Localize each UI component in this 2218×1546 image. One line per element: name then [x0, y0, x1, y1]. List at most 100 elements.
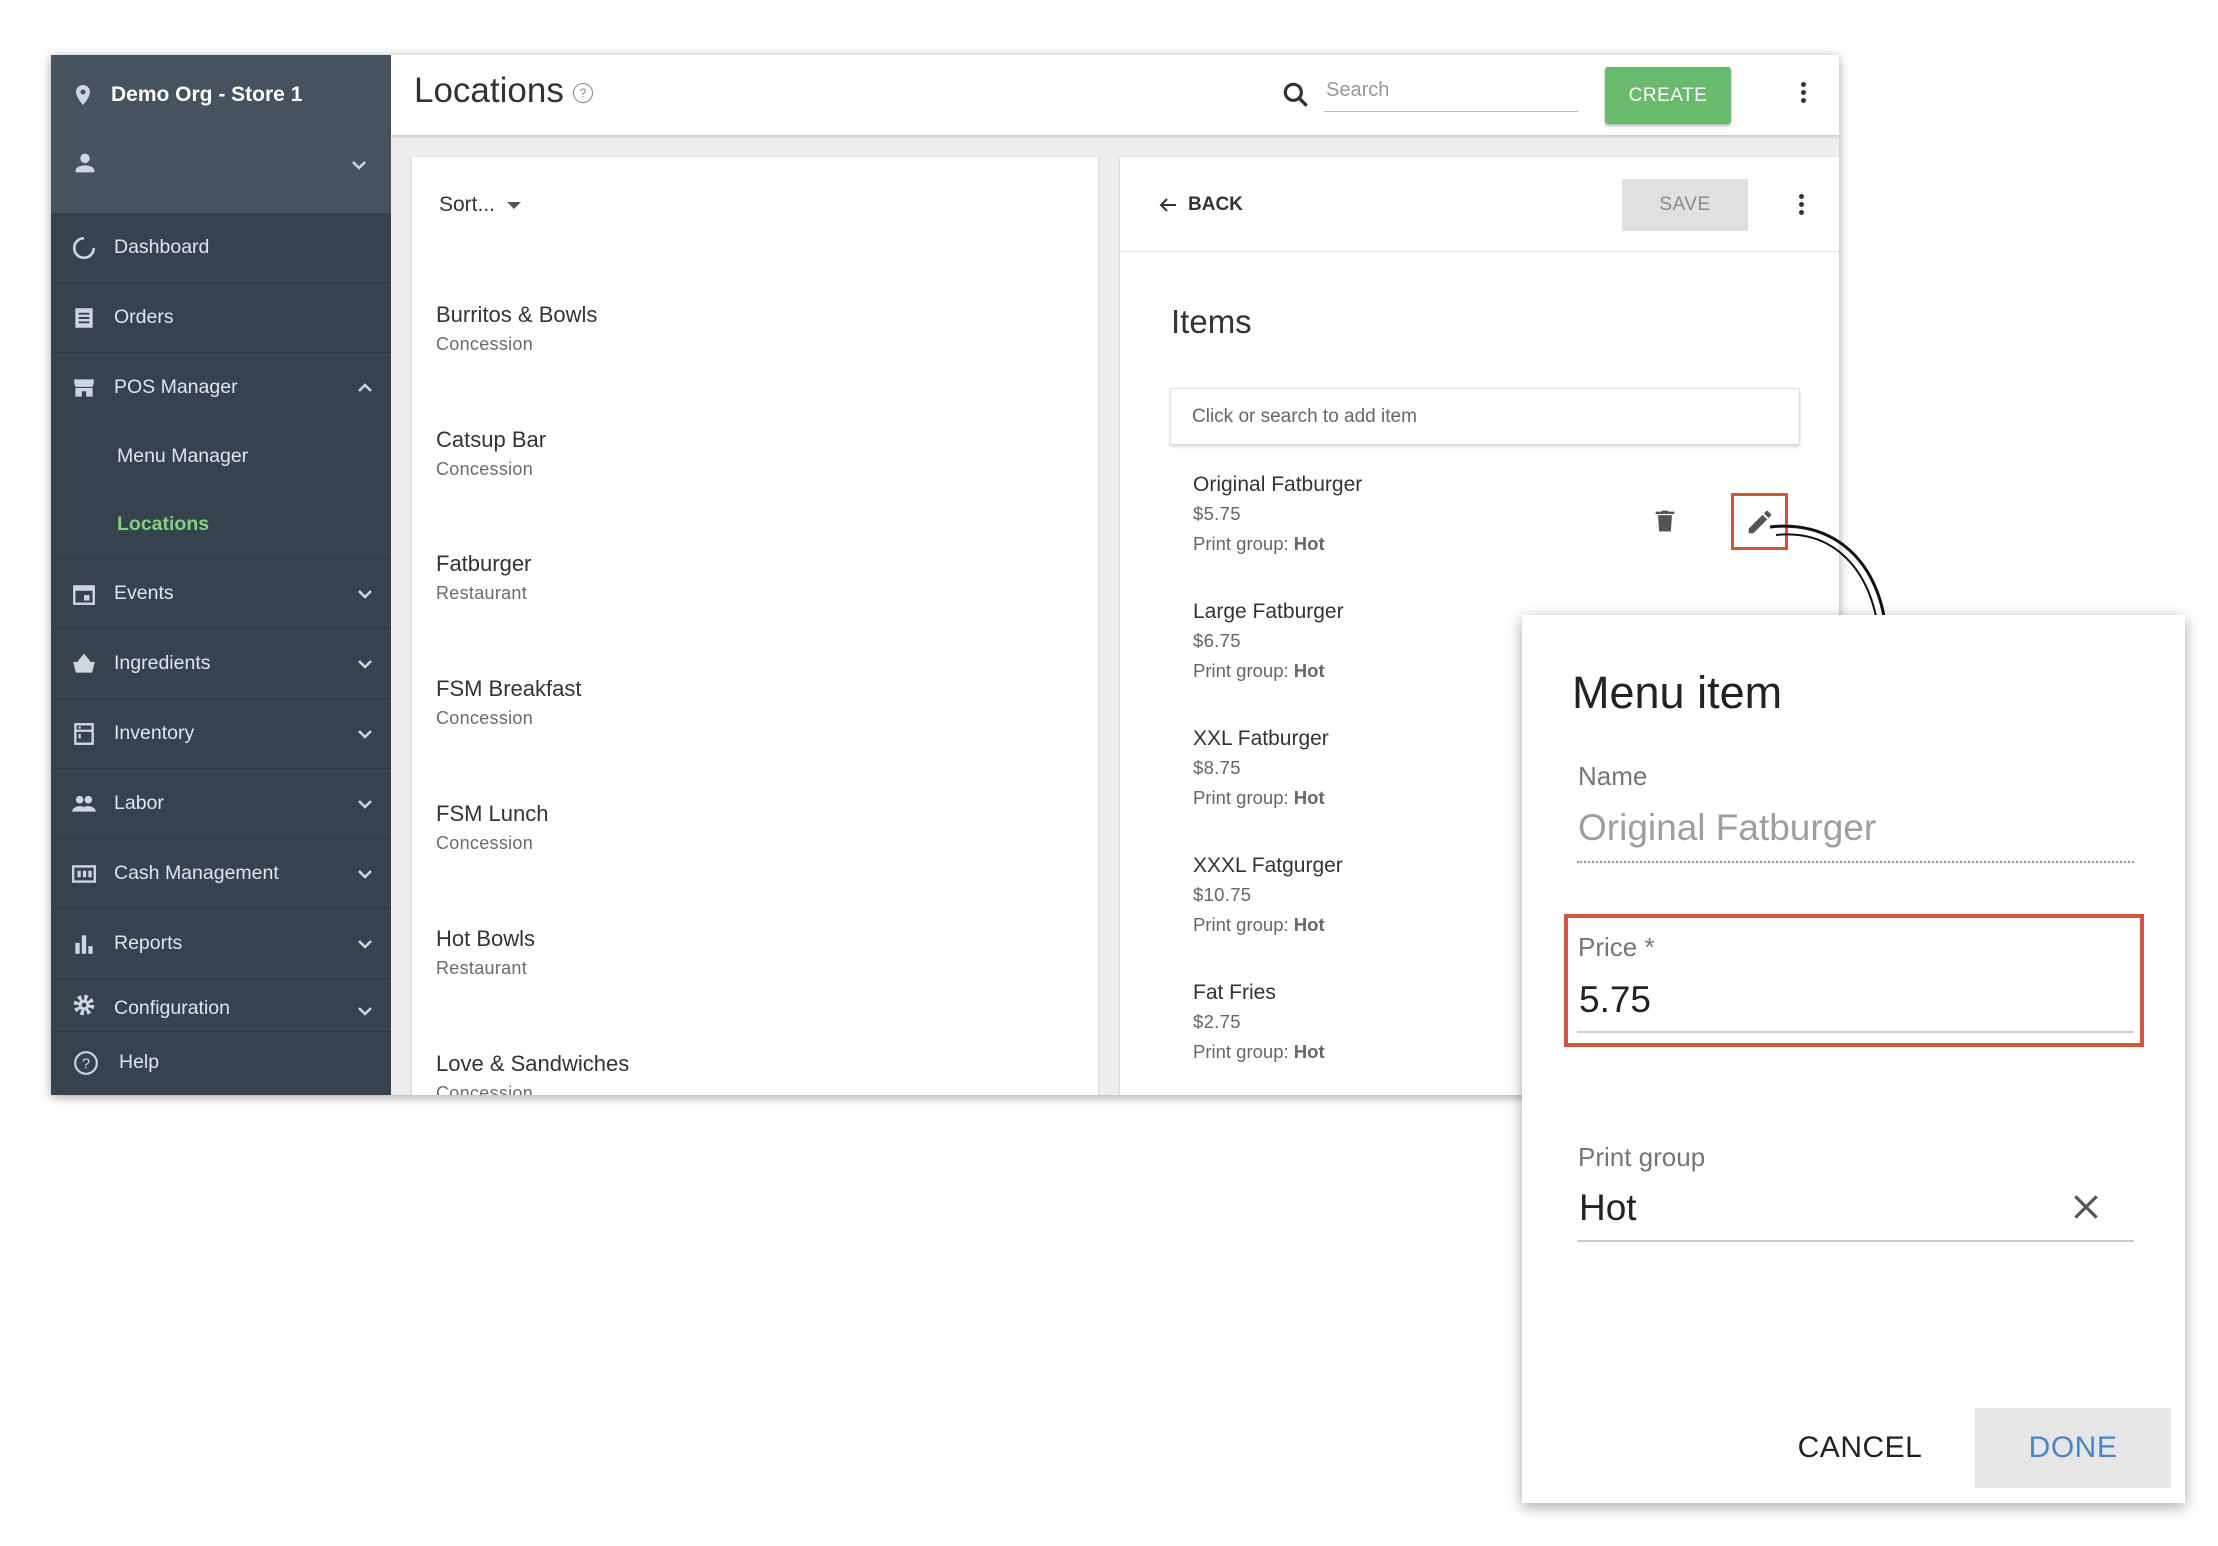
chevron-down-icon — [358, 730, 372, 739]
menu-item-row[interactable]: Original Fatburger $5.75 Print group: Ho… — [1193, 473, 1362, 555]
arrow-left-icon — [1159, 198, 1176, 212]
location-name: Catsup Bar — [436, 427, 547, 452]
sidebar-item-label: Help — [119, 1050, 160, 1073]
chevron-down-icon — [358, 1007, 372, 1016]
more-vert-icon[interactable] — [1798, 79, 1808, 109]
sidebar-header: Demo Org - Store 1 — [51, 55, 391, 213]
list-item[interactable]: Catsup Bar Concession — [436, 427, 546, 480]
svg-text:?: ? — [82, 1055, 90, 1072]
sidebar-item-label: Locations — [117, 512, 210, 535]
dialog-title: Menu item — [1572, 667, 1783, 718]
price-field-underline — [1577, 1031, 2134, 1033]
back-label: BACK — [1188, 194, 1243, 215]
store-icon — [74, 379, 94, 397]
location-pin-icon — [76, 85, 90, 105]
location-type: Concession — [436, 708, 534, 728]
close-icon[interactable] — [2070, 1191, 2102, 1223]
print-group-value: Hot — [1293, 1041, 1325, 1062]
menu-item-row[interactable]: XXXL Fatgurger $10.75 Print group: Hot — [1193, 854, 1343, 936]
org-name: Demo Org - Store 1 — [111, 83, 303, 106]
sidebar-item-locations[interactable]: Locations — [51, 490, 391, 559]
chevron-down-icon — [358, 940, 372, 949]
inventory-icon — [74, 723, 94, 745]
menu-item-row[interactable]: Fat Fries $2.75 Print group: Hot — [1193, 981, 1325, 1063]
list-item[interactable]: FSM Breakfast Concession — [436, 676, 581, 729]
sidebar-item-ingredients[interactable]: Ingredients — [51, 629, 391, 699]
list-item[interactable]: Love & Sandwiches Concession — [436, 1051, 629, 1095]
menu-item-name: Large Fatburger — [1193, 600, 1344, 623]
sidebar-item-labor[interactable]: Labor — [51, 769, 391, 839]
org-selector[interactable]: Demo Org - Store 1 — [71, 83, 302, 107]
menu-item-row[interactable]: XXL Fatburger $8.75 Print group: Hot — [1193, 727, 1329, 809]
menu-item-print-group: Print group: Hot — [1193, 1041, 1325, 1063]
people-icon — [72, 795, 96, 812]
print-group-value: Hot — [1293, 660, 1325, 681]
list-item[interactable]: Fatburger Restaurant — [436, 551, 531, 604]
list-item[interactable]: Burritos & Bowls Concession — [436, 302, 597, 355]
sidebar-item-reports[interactable]: Reports — [51, 909, 391, 979]
items-heading: Items — [1171, 303, 1252, 340]
menu-item-row[interactable]: Large Fatburger $6.75 Print group: Hot — [1193, 600, 1344, 682]
name-field-underline — [1577, 861, 2134, 863]
calendar-icon — [73, 585, 95, 605]
user-menu[interactable] — [71, 147, 371, 183]
cash-icon — [71, 865, 97, 883]
create-button[interactable]: CREATE — [1605, 67, 1731, 124]
help-icon: ? — [74, 1051, 98, 1075]
print-group-value: Hot — [1293, 533, 1325, 554]
sidebar-item-cash-management[interactable]: Cash Management — [51, 839, 391, 909]
help-circle-icon[interactable]: ? — [573, 83, 593, 103]
trash-icon[interactable] — [1651, 506, 1679, 536]
menu-item-name: XXXL Fatgurger — [1193, 854, 1343, 877]
search-icon[interactable] — [1280, 79, 1312, 111]
sort-dropdown[interactable]: Sort... — [439, 193, 522, 217]
sidebar-item-label: Configuration — [114, 997, 230, 1019]
name-field: Original Fatburger — [1578, 807, 1877, 848]
dashboard-icon — [72, 236, 96, 260]
sidebar-item-dashboard[interactable]: Dashboard — [51, 213, 391, 283]
sidebar-item-label: Orders — [114, 306, 174, 328]
menu-item-name: XXL Fatburger — [1193, 727, 1329, 750]
name-label: Name — [1578, 761, 1648, 791]
print-group-prefix: Print group: — [1193, 660, 1289, 681]
menu-item-price: $8.75 — [1193, 757, 1241, 778]
menu-item-dialog: Menu item Name Original Fatburger Price … — [1522, 615, 2185, 1503]
sidebar-item-orders[interactable]: Orders — [51, 283, 391, 353]
menu-item-name: Original Fatburger — [1193, 473, 1363, 496]
location-name: Hot Bowls — [436, 926, 536, 951]
chevron-up-icon — [358, 383, 372, 392]
location-name: FSM Lunch — [436, 801, 549, 826]
menu-item-name: Fat Fries — [1193, 981, 1276, 1004]
save-button[interactable]: SAVE — [1622, 179, 1748, 231]
menu-item-print-group: Print group: Hot — [1193, 914, 1343, 936]
back-button[interactable]: BACK — [1156, 193, 1243, 217]
print-group-select[interactable]: Hot — [1579, 1187, 1637, 1229]
print-group-prefix: Print group: — [1193, 787, 1289, 808]
sidebar-item-pos-manager[interactable]: POS Manager — [51, 353, 391, 422]
sidebar-item-menu-manager[interactable]: Menu Manager — [51, 422, 391, 490]
sidebar-item-help[interactable]: ? Help — [51, 1032, 391, 1092]
cancel-button[interactable]: CANCEL — [1760, 1408, 1960, 1488]
sidebar-item-configuration[interactable]: Configuration — [51, 979, 391, 1032]
location-type: Concession — [436, 1083, 534, 1095]
menu-item-price: $2.75 — [1193, 1011, 1241, 1032]
add-item-search[interactable]: Click or search to add item — [1170, 388, 1800, 445]
list-item[interactable]: FSM Lunch Concession — [436, 801, 549, 854]
chevron-down-icon — [358, 800, 372, 809]
menu-item-print-group: Print group: Hot — [1193, 533, 1362, 555]
print-group-underline — [1577, 1240, 2134, 1242]
search-input[interactable] — [1324, 69, 1578, 112]
sidebar-item-events[interactable]: Events — [51, 559, 391, 629]
sidebar-item-inventory[interactable]: Inventory — [51, 699, 391, 769]
chevron-down-icon — [358, 870, 372, 879]
sidebar: Demo Org - Store 1 Dashboard Orders POS … — [51, 55, 391, 1095]
more-vert-icon[interactable] — [1796, 191, 1806, 221]
menu-item-price: $10.75 — [1193, 884, 1252, 905]
price-label: Price * — [1578, 932, 1655, 962]
print-group-prefix: Print group: — [1193, 533, 1289, 554]
list-item[interactable]: Hot Bowls Restaurant — [436, 926, 535, 979]
sidebar-item-label: Ingredients — [114, 652, 211, 674]
page-title: Locations — [414, 71, 564, 110]
price-input[interactable]: 5.75 — [1579, 979, 1651, 1021]
done-button[interactable]: DONE — [1975, 1408, 2171, 1488]
